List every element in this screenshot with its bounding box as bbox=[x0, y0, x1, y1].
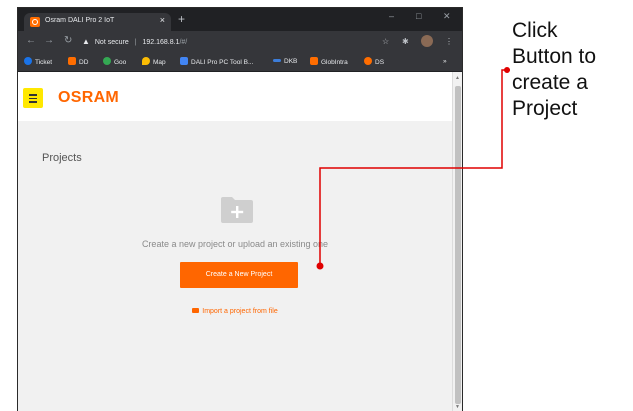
security-label: Not secure bbox=[94, 39, 129, 46]
scroll-thumb[interactable] bbox=[455, 86, 461, 404]
address-bar[interactable]: ▲ Not secure | 192.168.8.1/#/ bbox=[82, 35, 382, 49]
import-link-label: Import a project from file bbox=[202, 308, 278, 315]
menu-line bbox=[29, 94, 37, 96]
callout-dot-text bbox=[504, 67, 510, 73]
bookmark-dd[interactable]: DD bbox=[68, 57, 88, 68]
map-pin-bookmark-icon bbox=[142, 57, 150, 65]
ticket-bookmark-icon bbox=[24, 57, 32, 65]
dkb-bookmark-icon bbox=[273, 59, 281, 62]
maximize-icon[interactable]: □ bbox=[416, 11, 421, 21]
globintra-bookmark-icon bbox=[310, 57, 318, 65]
empty-state-text: Create a new project or upload an existi… bbox=[141, 239, 329, 249]
close-window-icon[interactable]: ✕ bbox=[443, 11, 451, 22]
dd-bookmark-icon bbox=[68, 57, 76, 65]
bookmark-ds[interactable]: DS bbox=[364, 57, 384, 68]
profile-avatar[interactable] bbox=[421, 35, 433, 47]
annotation-text: Click Button to create a Project bbox=[512, 18, 596, 122]
bookmark-goo[interactable]: Goo bbox=[103, 57, 126, 68]
import-project-link[interactable]: Import a project from file bbox=[18, 308, 452, 315]
osram-logo: OSRAM bbox=[58, 89, 120, 106]
ds-bookmark-icon bbox=[364, 57, 372, 65]
bookmarks-bar: Ticket DD Goo Map DALI Pro PC Tool B... … bbox=[18, 53, 462, 72]
scroll-down-arrow-icon[interactable]: ▼ bbox=[455, 404, 460, 410]
bookmark-map[interactable]: Map bbox=[142, 57, 166, 68]
bookmark-star-icon[interactable]: ☆ bbox=[382, 36, 389, 48]
reload-icon[interactable]: ↻ bbox=[64, 35, 72, 47]
hamburger-menu-button[interactable] bbox=[23, 88, 43, 108]
menu-line bbox=[29, 101, 37, 103]
page-title: Projects bbox=[42, 152, 82, 164]
bookmark-ticket[interactable]: Ticket bbox=[24, 57, 52, 68]
menu-line bbox=[29, 97, 37, 99]
browser-window: Osram DALI Pro 2 IoT × + – □ ✕ ← → ↻ ▲ N… bbox=[17, 7, 463, 411]
browser-toolbar: ← → ↻ ▲ Not secure | 192.168.8.1/#/ ☆ ✱ … bbox=[18, 31, 462, 53]
tab-close-icon[interactable]: × bbox=[160, 15, 165, 25]
page-viewport: OSRAM Projects Create a new project or u… bbox=[18, 72, 452, 411]
page-scrollbar[interactable]: ▲ ▼ bbox=[452, 72, 462, 411]
minimize-icon[interactable]: – bbox=[389, 11, 394, 21]
annotation-line: Button to bbox=[512, 45, 597, 68]
bookmark-dkb[interactable]: DKB bbox=[273, 57, 297, 67]
tab-title: Osram DALI Pro 2 IoT bbox=[45, 17, 115, 24]
bookmark-dali-pro-pc-tool[interactable]: DALI Pro PC Tool B... bbox=[180, 57, 253, 68]
extensions-icon[interactable]: ✱ bbox=[402, 36, 409, 48]
warning-triangle-icon: ▲ bbox=[82, 37, 90, 46]
back-arrow-icon[interactable]: ← bbox=[26, 35, 36, 47]
scroll-up-arrow-icon[interactable]: ▲ bbox=[455, 75, 460, 81]
address-separator: | bbox=[134, 39, 137, 46]
osram-favicon-icon bbox=[30, 17, 40, 27]
create-new-project-button[interactable]: Create a New Project bbox=[180, 262, 298, 288]
google-bookmark-icon bbox=[103, 57, 111, 65]
annotation-line: Click bbox=[512, 19, 558, 42]
annotation-line: Project bbox=[512, 97, 578, 120]
upload-folder-icon bbox=[192, 308, 200, 313]
url-path: /#/ bbox=[179, 39, 188, 46]
annotation-line: create a bbox=[512, 71, 588, 94]
more-bookmarks-icon[interactable]: » bbox=[443, 57, 447, 67]
url-host: 192.168.8.1 bbox=[142, 39, 180, 46]
folder-add-icon bbox=[221, 197, 253, 223]
dali-tool-bookmark-icon bbox=[180, 57, 188, 65]
browser-menu-icon[interactable]: ⋮ bbox=[445, 36, 453, 48]
bookmark-globintra[interactable]: GlobIntra bbox=[310, 57, 348, 68]
browser-tab[interactable]: Osram DALI Pro 2 IoT × bbox=[24, 13, 171, 31]
new-tab-button[interactable]: + bbox=[178, 12, 185, 26]
tab-strip: Osram DALI Pro 2 IoT × + – □ ✕ bbox=[18, 8, 462, 31]
app-header: OSRAM bbox=[18, 72, 452, 121]
forward-arrow-icon[interactable]: → bbox=[44, 35, 54, 47]
